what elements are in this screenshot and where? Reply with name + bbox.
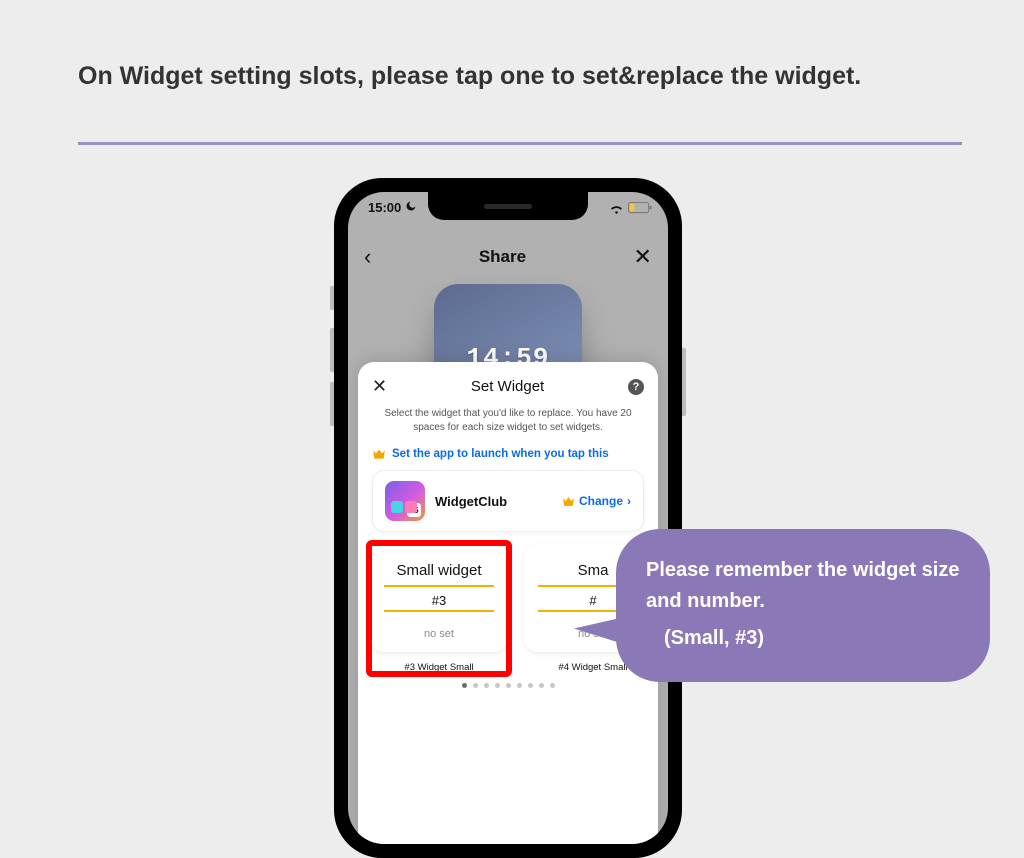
app-name: WidgetClub	[435, 494, 552, 509]
chevron-right-icon: ›	[627, 494, 631, 508]
page-instruction: On Widget setting slots, please tap one …	[78, 58, 962, 96]
widget-slot[interactable]: Small widget #3 no set #3 Widget Small	[370, 544, 508, 673]
help-icon[interactable]: ?	[628, 379, 644, 395]
back-icon[interactable]: ‹	[364, 244, 371, 270]
crown-icon	[562, 496, 575, 507]
page-dot[interactable]	[528, 683, 533, 688]
wifi-icon	[609, 203, 624, 214]
phone-volume-up	[330, 328, 334, 372]
close-icon[interactable]: ✕	[634, 244, 652, 270]
page-dot[interactable]	[462, 683, 467, 688]
slot-title: Sma	[578, 562, 609, 579]
callout-bubble: Please remember the widget size and numb…	[616, 529, 990, 682]
nav-title: Share	[479, 247, 526, 267]
phone-frame: 15:00 ‹ Share ✕ 14:59	[334, 178, 682, 858]
phone-notch	[428, 192, 588, 220]
page-dot[interactable]	[473, 683, 478, 688]
modal-subtitle: Select the widget that you'd like to rep…	[358, 397, 658, 442]
app-card[interactable]: 15 WidgetClub Change ›	[372, 470, 644, 532]
battery-icon	[628, 202, 652, 214]
page-dot[interactable]	[517, 683, 522, 688]
phone-screen: 15:00 ‹ Share ✕ 14:59	[348, 192, 668, 844]
slot-number: #3	[432, 593, 446, 608]
launch-app-link[interactable]: Set the app to launch when you tap this	[358, 442, 658, 470]
page-dot[interactable]	[506, 683, 511, 688]
page-dot[interactable]	[484, 683, 489, 688]
share-nav-bar: ‹ Share ✕	[348, 232, 668, 282]
modal-close-icon[interactable]: ✕	[372, 376, 387, 397]
page-indicator	[358, 683, 658, 688]
page-dot[interactable]	[495, 683, 500, 688]
app-icon: 15	[385, 481, 425, 521]
slot-divider	[384, 585, 494, 587]
slot-caption: #3 Widget Small	[370, 662, 508, 673]
page-dot[interactable]	[550, 683, 555, 688]
status-time: 15:00	[368, 200, 417, 215]
modal-title: Set Widget	[471, 378, 544, 395]
phone-power-button	[682, 348, 686, 416]
underline-divider	[78, 142, 962, 145]
phone-side-button	[330, 286, 334, 310]
slot-state: no set	[424, 628, 454, 640]
crown-icon	[372, 448, 386, 460]
change-button[interactable]: Change ›	[562, 494, 631, 508]
slot-divider	[384, 610, 494, 612]
phone-volume-down	[330, 382, 334, 426]
slot-title: Small widget	[396, 562, 481, 579]
set-widget-modal: ✕ Set Widget ? Select the widget that yo…	[358, 362, 658, 844]
page-dot[interactable]	[539, 683, 544, 688]
moon-icon	[405, 200, 417, 215]
